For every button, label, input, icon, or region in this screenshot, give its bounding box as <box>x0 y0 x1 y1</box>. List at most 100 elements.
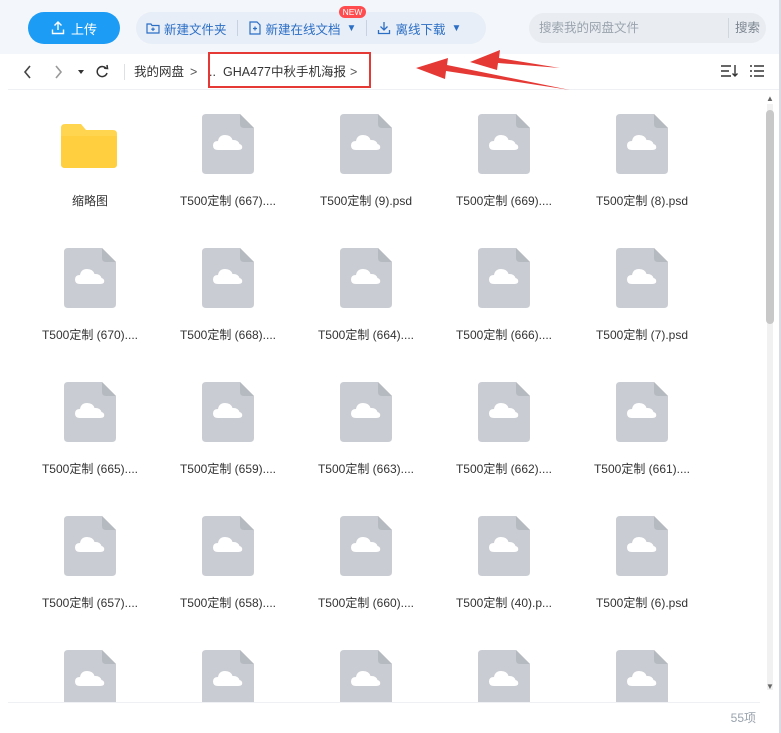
history-dropdown-icon[interactable] <box>76 62 86 82</box>
folder-icon <box>59 120 119 170</box>
file-item[interactable] <box>297 628 435 702</box>
navigation-bar: 我的网盘 > .. GHA477中秋手机海报 > <box>8 52 779 90</box>
search-box: 搜索 <box>529 13 766 43</box>
new-online-doc-button[interactable]: 新建在线文档 ▼ NEW <box>238 6 367 44</box>
cloud-file-icon <box>478 650 530 702</box>
file-item[interactable]: T500定制 (668).... <box>159 226 297 346</box>
cloud-file-icon <box>340 248 392 308</box>
file-name: T500定制 (7).psd <box>595 328 689 342</box>
new-folder-label: 新建文件夹 <box>164 22 227 37</box>
download-icon <box>378 22 391 35</box>
file-item[interactable] <box>159 628 297 702</box>
cloud-file-icon <box>202 382 254 442</box>
new-folder-icon <box>146 23 160 34</box>
file-item[interactable]: T500定制 (667).... <box>159 92 297 212</box>
forward-icon[interactable] <box>52 62 64 82</box>
new-folder-button[interactable]: 新建文件夹 <box>136 12 237 44</box>
cloud-file-icon <box>616 382 668 442</box>
cloud-file-icon <box>478 516 530 576</box>
sort-icon[interactable] <box>718 61 740 81</box>
file-item[interactable] <box>573 628 711 702</box>
file-item[interactable]: T500定制 (9).psd <box>297 92 435 212</box>
file-grid: 缩略图 T500定制 (667).... T500定制 (9).psd T500定制 … <box>8 92 760 702</box>
file-item[interactable]: T500定制 (7).psd <box>573 226 711 346</box>
vertical-scrollbar[interactable]: ▲ ▼ <box>764 92 776 702</box>
annotation-highlight-box <box>208 52 371 88</box>
cloud-file-icon <box>202 114 254 174</box>
breadcrumb-separator: > <box>190 65 198 79</box>
file-name: T500定制 (666).... <box>455 328 553 342</box>
file-name: T500定制 (8).psd <box>595 194 689 208</box>
toolbar-actions: 新建文件夹 新建在线文档 ▼ NEW 离线下载 ▼ <box>136 6 486 44</box>
search-button[interactable]: 搜索 <box>728 18 766 38</box>
new-doc-label: 新建在线文档 <box>265 22 341 37</box>
search-input[interactable] <box>529 21 728 35</box>
file-name: T500定制 (663).... <box>317 462 415 476</box>
breadcrumb-root[interactable]: 我的网盘 <box>134 63 184 81</box>
file-name: T500定制 (9).psd <box>319 194 413 208</box>
file-name: T500定制 (659).... <box>179 462 277 476</box>
chevron-down-icon: ▼ <box>451 22 462 34</box>
file-item[interactable]: T500定制 (666).... <box>435 226 573 346</box>
file-name: 缩略图 <box>71 194 108 208</box>
chevron-down-icon: ▼ <box>346 22 357 34</box>
file-name: T500定制 (6).psd <box>595 596 689 610</box>
status-bar: 55项 <box>8 702 760 730</box>
cloud-file-icon <box>340 114 392 174</box>
cloud-file-icon <box>64 248 116 308</box>
file-item[interactable]: T500定制 (40).p... <box>435 494 573 614</box>
file-item[interactable]: T500定制 (661).... <box>573 360 711 480</box>
file-name: T500定制 (668).... <box>179 328 277 342</box>
scroll-thumb[interactable] <box>766 110 774 324</box>
file-item[interactable]: T500定制 (664).... <box>297 226 435 346</box>
file-name: T500定制 (665).... <box>41 462 139 476</box>
cloud-file-icon <box>202 248 254 308</box>
upload-icon <box>51 21 65 35</box>
divider <box>124 64 125 80</box>
file-item[interactable]: T500定制 (662).... <box>435 360 573 480</box>
scroll-down-icon[interactable]: ▼ <box>764 682 776 692</box>
list-view-icon[interactable] <box>746 61 768 81</box>
cloud-file-icon <box>616 516 668 576</box>
scroll-up-icon[interactable]: ▲ <box>764 94 776 104</box>
file-item[interactable]: T500定制 (660).... <box>297 494 435 614</box>
cloud-file-icon <box>478 382 530 442</box>
back-icon[interactable] <box>22 62 34 82</box>
file-item[interactable]: T500定制 (670).... <box>21 226 159 346</box>
file-item[interactable] <box>435 628 573 702</box>
upload-label: 上传 <box>70 21 97 37</box>
cloud-file-icon <box>478 248 530 308</box>
file-name: T500定制 (40).p... <box>455 596 553 610</box>
file-item[interactable]: T500定制 (665).... <box>21 360 159 480</box>
folder-item[interactable]: 缩略图 <box>21 92 159 212</box>
cloud-file-icon <box>616 248 668 308</box>
cloud-file-icon <box>202 516 254 576</box>
file-item[interactable]: T500定制 (8).psd <box>573 92 711 212</box>
file-item[interactable] <box>21 628 159 702</box>
offline-download-label: 离线下载 <box>395 22 446 37</box>
cloud-file-icon <box>478 114 530 174</box>
cloud-file-icon <box>64 650 116 702</box>
new-doc-icon <box>248 21 261 35</box>
cloud-file-icon <box>616 114 668 174</box>
file-name: T500定制 (662).... <box>455 462 553 476</box>
offline-download-button[interactable]: 离线下载 ▼ <box>367 12 471 44</box>
new-badge: NEW <box>338 6 367 18</box>
file-item[interactable]: T500定制 (658).... <box>159 494 297 614</box>
file-name: T500定制 (661).... <box>593 462 691 476</box>
cloud-file-icon <box>64 516 116 576</box>
refresh-icon[interactable] <box>94 62 110 82</box>
file-item[interactable]: T500定制 (6).psd <box>573 494 711 614</box>
file-item[interactable]: T500定制 (663).... <box>297 360 435 480</box>
item-count: 55项 <box>730 711 756 725</box>
file-item[interactable]: T500定制 (669).... <box>435 92 573 212</box>
cloud-file-icon <box>616 650 668 702</box>
cloud-file-icon <box>340 382 392 442</box>
toolbar: 上传 新建文件夹 新建在线文档 ▼ NEW 离线下载 ▼ 搜索我的网盘文件 搜索 <box>0 0 781 54</box>
file-name: T500定制 (660).... <box>317 596 415 610</box>
upload-button[interactable]: 上传 <box>28 12 120 44</box>
file-item[interactable]: T500定制 (659).... <box>159 360 297 480</box>
file-name: T500定制 (658).... <box>179 596 277 610</box>
file-name: T500定制 (669).... <box>455 194 553 208</box>
file-item[interactable]: T500定制 (657).... <box>21 494 159 614</box>
